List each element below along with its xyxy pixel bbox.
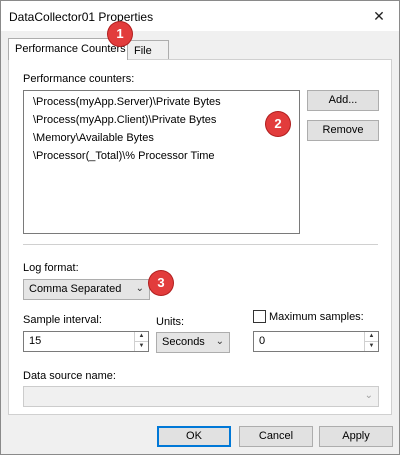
- tab-label: File: [134, 45, 152, 57]
- chevron-down-icon: ⌄: [135, 283, 144, 294]
- maximum-samples-spinner[interactable]: ▲ ▼: [364, 332, 378, 351]
- close-icon[interactable]: ✕: [369, 6, 389, 26]
- properties-dialog: DataCollector01 Properties ✕ Performance…: [0, 0, 400, 455]
- spin-down-icon[interactable]: ▼: [365, 341, 378, 350]
- list-item[interactable]: \Process(myApp.Client)\Private Bytes: [33, 111, 299, 129]
- counters-list[interactable]: \Process(myApp.Server)\Private Bytes \Pr…: [23, 90, 300, 234]
- data-source-label: Data source name:: [23, 370, 116, 382]
- data-source-select: ⌄: [23, 386, 379, 407]
- spin-up-icon[interactable]: ▲: [365, 332, 378, 341]
- chevron-down-icon: ⌄: [364, 390, 373, 401]
- log-format-select[interactable]: Comma Separated ⌄: [23, 279, 150, 300]
- title-bar[interactable]: DataCollector01 Properties ✕: [1, 1, 399, 31]
- list-item[interactable]: \Process(myApp.Server)\Private Bytes: [33, 93, 299, 111]
- remove-counter-button[interactable]: Remove: [307, 120, 379, 141]
- apply-button[interactable]: Apply: [319, 426, 393, 447]
- ok-button[interactable]: OK: [157, 426, 231, 447]
- sample-interval-spinner[interactable]: ▲ ▼: [134, 332, 148, 351]
- callout-badge: 2: [266, 112, 290, 136]
- cancel-button[interactable]: Cancel: [239, 426, 313, 447]
- spin-up-icon[interactable]: ▲: [135, 332, 148, 341]
- tab-file[interactable]: File: [127, 40, 169, 60]
- spin-down-icon[interactable]: ▼: [135, 341, 148, 350]
- maximum-samples-value: 0: [259, 335, 266, 347]
- tab-panel-performance-counters: Performance counters: \Process(myApp.Ser…: [8, 59, 392, 415]
- maximum-samples-checkbox[interactable]: [253, 310, 266, 323]
- maximum-samples-input[interactable]: 0 ▲ ▼: [253, 331, 379, 352]
- sample-interval-label: Sample interval:: [23, 314, 102, 326]
- list-item[interactable]: \Processor(_Total)\% Processor Time: [33, 147, 299, 165]
- add-counter-button[interactable]: Add...: [307, 90, 379, 111]
- list-item[interactable]: \Memory\Available Bytes: [33, 129, 299, 147]
- log-format-label: Log format:: [23, 262, 79, 274]
- units-select[interactable]: Seconds ⌄: [156, 332, 230, 353]
- chevron-down-icon: ⌄: [215, 336, 224, 347]
- divider: [23, 244, 378, 245]
- callout-badge: 3: [149, 271, 173, 295]
- units-label: Units:: [156, 316, 185, 328]
- counters-label: Performance counters:: [23, 73, 135, 85]
- callout-badge: 1: [108, 22, 132, 46]
- units-value: Seconds: [162, 336, 205, 348]
- maximum-samples-label: Maximum samples:: [269, 311, 364, 323]
- log-format-value: Comma Separated: [29, 283, 122, 295]
- sample-interval-value: 15: [29, 335, 42, 347]
- sample-interval-input[interactable]: 15 ▲ ▼: [23, 331, 149, 352]
- window-title: DataCollector01 Properties: [9, 10, 154, 24]
- tab-label: Performance Counters: [15, 43, 126, 55]
